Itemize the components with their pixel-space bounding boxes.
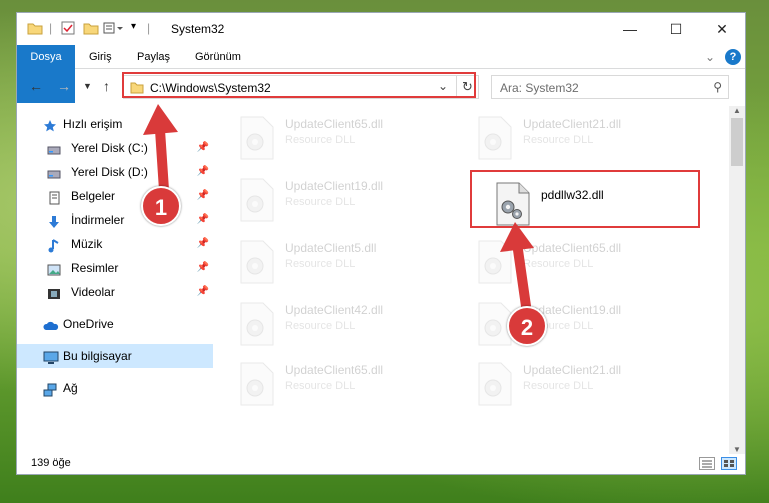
file-item[interactable]: UpdateClient42.dll Resource DLL (233, 296, 463, 354)
sidebar-item-local-disk-d[interactable]: Yerel Disk (D:) 📌 (17, 160, 213, 184)
drive-icon (47, 165, 61, 179)
documents-icon (47, 189, 61, 205)
dll-file-icon (239, 302, 275, 346)
close-button[interactable]: ✕ (699, 13, 745, 45)
dll-file-icon (239, 362, 275, 406)
scroll-up-icon[interactable]: ▲ (733, 106, 741, 115)
dll-file-icon (239, 178, 275, 222)
sidebar-item-quick-access[interactable]: Hızlı erişim (17, 112, 213, 136)
download-icon (47, 213, 61, 228)
status-bar: 139 öğe (17, 454, 745, 474)
recent-locations-icon[interactable]: ▼ (83, 81, 92, 91)
minimize-button[interactable]: — (607, 13, 653, 45)
tab-share[interactable]: Paylaş (127, 45, 180, 69)
large-icons-view-icon[interactable] (721, 457, 737, 470)
sidebar-item-downloads[interactable]: İndirmeler 📌 (17, 208, 213, 232)
sidebar-item-network[interactable]: Ağ (17, 376, 213, 400)
file-item[interactable]: UpdateClient65.dll Resource DLL (233, 110, 463, 168)
file-item[interactable]: UpdateClient21.dll Resource DLL (471, 356, 701, 414)
dll-file-icon (477, 116, 513, 160)
tab-view[interactable]: Görünüm (185, 45, 251, 69)
dll-file-icon (477, 240, 513, 284)
file-list: UpdateClient65.dll Resource DLL UpdateCl… (233, 106, 729, 446)
up-arrow-icon[interactable]: ↑ (103, 78, 110, 94)
pictures-icon (47, 261, 61, 276)
pin-icon[interactable]: 📌 (197, 256, 209, 280)
sidebar-item-documents[interactable]: Belgeler 📌 (17, 184, 213, 208)
network-icon (43, 381, 57, 397)
ribbon-tabs: Dosya Giriş Paylaş Görünüm ⌄ ? (17, 45, 745, 103)
videos-icon (47, 285, 61, 299)
maximize-button[interactable]: ☐ (653, 13, 699, 45)
scroll-down-icon[interactable]: ▼ (733, 445, 741, 454)
search-box[interactable]: Ara: System32 ⚲ (491, 75, 729, 99)
step-2-badge: 2 (507, 306, 547, 346)
file-item[interactable]: UpdateClient65.dll Resource DLL (233, 356, 463, 414)
title-bar: | ▾ | System32 — ☐ ✕ (17, 13, 745, 45)
back-arrow-icon[interactable]: ← (29, 78, 43, 94)
sidebar-item-videos[interactable]: Videolar 📌 (17, 280, 213, 304)
pin-icon[interactable]: 📌 (197, 232, 209, 256)
pin-icon[interactable]: 📌 (197, 184, 209, 208)
computer-icon (43, 349, 59, 364)
search-icon: ⚲ (713, 80, 722, 94)
folder-icon (27, 21, 43, 37)
dll-file-icon (477, 362, 513, 406)
sidebar-item-this-pc[interactable]: Bu bilgisayar (17, 344, 213, 368)
file-item[interactable]: UpdateClient5.dll Resource DLL (233, 234, 463, 292)
file-item[interactable]: UpdateClient21.dll Resource DLL (471, 110, 701, 168)
item-count: 139 öğe (31, 457, 71, 469)
file-item[interactable]: UpdateClient65.dll Resource DLL (471, 234, 701, 292)
search-input[interactable]: Ara: System32 (500, 81, 579, 95)
separator: | (49, 21, 53, 35)
help-icon[interactable]: ? (725, 49, 741, 65)
file-item[interactable]: UpdateClient19.dll Resource DLL (233, 172, 463, 230)
dll-file-icon (239, 116, 275, 160)
address-bar-highlight (122, 72, 476, 98)
new-folder-icon[interactable] (83, 21, 99, 37)
navigation-pane: Hızlı erişim Yerel Disk (C:) 📌 Yerel Dis… (17, 106, 213, 446)
sidebar-item-onedrive[interactable]: OneDrive (17, 312, 213, 336)
forward-arrow-icon[interactable]: → (57, 78, 71, 94)
scrollbar-thumb[interactable] (731, 118, 743, 166)
drive-icon (47, 141, 61, 155)
view-options-icon[interactable] (103, 21, 125, 37)
chevron-down-icon[interactable]: ⌄ (705, 50, 715, 64)
pin-icon[interactable]: 📌 (197, 208, 209, 232)
chevron-down-icon[interactable]: ▾ (131, 21, 136, 37)
sidebar-item-pictures[interactable]: Resimler 📌 (17, 256, 213, 280)
dll-file-icon (239, 240, 275, 284)
pin-icon[interactable]: 📌 (197, 280, 209, 304)
pin-icon[interactable]: 📌 (197, 160, 209, 184)
step-1-badge: 1 (141, 186, 181, 226)
vertical-scrollbar[interactable]: ▲ ▼ (729, 106, 745, 454)
file-highlight (470, 170, 700, 228)
separator: | (147, 21, 151, 35)
properties-icon[interactable] (61, 21, 75, 37)
sidebar-item-local-disk-c[interactable]: Yerel Disk (C:) 📌 (17, 136, 213, 160)
window-title: System32 (171, 22, 225, 36)
cloud-icon (43, 317, 59, 331)
sidebar-item-music[interactable]: Müzik 📌 (17, 232, 213, 256)
details-view-icon[interactable] (699, 457, 715, 470)
music-icon (47, 237, 61, 253)
tab-home[interactable]: Giriş (79, 45, 122, 69)
star-icon (43, 117, 57, 132)
file-item[interactable]: UpdateClient19.dll Resource DLL (471, 296, 701, 354)
pin-icon[interactable]: 📌 (197, 136, 209, 160)
